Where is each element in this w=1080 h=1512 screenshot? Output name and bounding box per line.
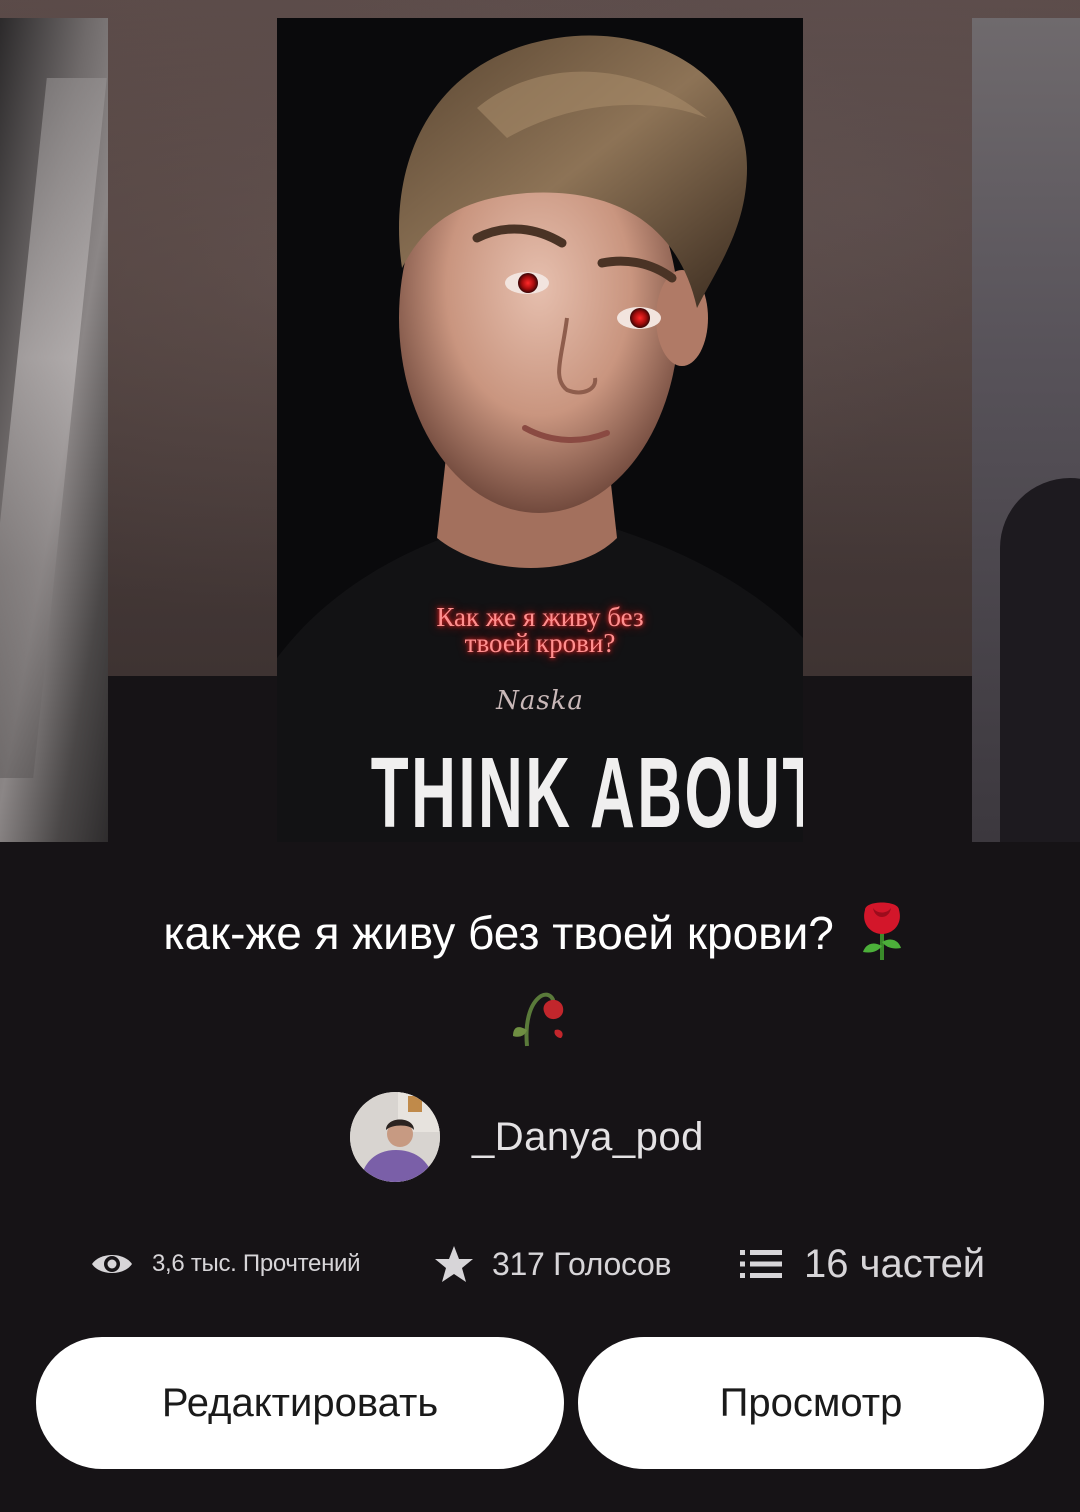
story-cover[interactable]: Как же я живу без твоей крови? Naska THI… <box>277 18 803 842</box>
votes-count: 317 Голосов <box>492 1245 672 1282</box>
story-stats: 3,6 тыс. Прочтений 317 Голосов 16 частей <box>0 1236 1080 1292</box>
author-row[interactable]: _Danya_pod <box>350 1092 704 1182</box>
previous-story-cover[interactable] <box>0 18 108 842</box>
cover-quote-line1: Как же я живу без <box>436 602 644 632</box>
cover-quote: Как же я живу без твоей крови? <box>277 602 803 658</box>
view-button[interactable]: Просмотр <box>578 1337 1044 1469</box>
reads-stat: 3,6 тыс. Прочтений <box>90 1236 361 1292</box>
author-avatar[interactable] <box>350 1092 440 1182</box>
cover-signature: Naska <box>496 686 584 716</box>
next-story-cover[interactable] <box>972 18 1080 842</box>
cover-portrait-image <box>277 18 803 842</box>
story-title: как-же я живу без твоей крови? <box>40 894 1040 1066</box>
author-name[interactable]: _Danya_pod <box>472 1115 704 1160</box>
cover-shirt-text: THINK ABOUT IT <box>370 737 803 842</box>
parts-stat[interactable]: 16 частей <box>740 1236 985 1292</box>
eye-icon <box>90 1249 134 1279</box>
wilted-flower-icon <box>505 980 575 1066</box>
cover-quote-line2: твоей крови? <box>464 628 616 658</box>
star-icon <box>434 1245 474 1283</box>
story-details-screen: Как же я живу без твоей крови? Naska THI… <box>0 0 1080 1512</box>
reads-count: 3,6 тыс. Прочтений <box>152 1250 361 1277</box>
votes-stat: 317 Голосов <box>434 1236 672 1292</box>
parts-count[interactable]: 16 частей <box>804 1242 985 1287</box>
list-icon <box>740 1249 782 1279</box>
story-title-text: как-же я живу без твоей крови? <box>163 907 834 960</box>
rose-icon <box>847 894 917 980</box>
edit-button[interactable]: Редактировать <box>36 1337 564 1469</box>
